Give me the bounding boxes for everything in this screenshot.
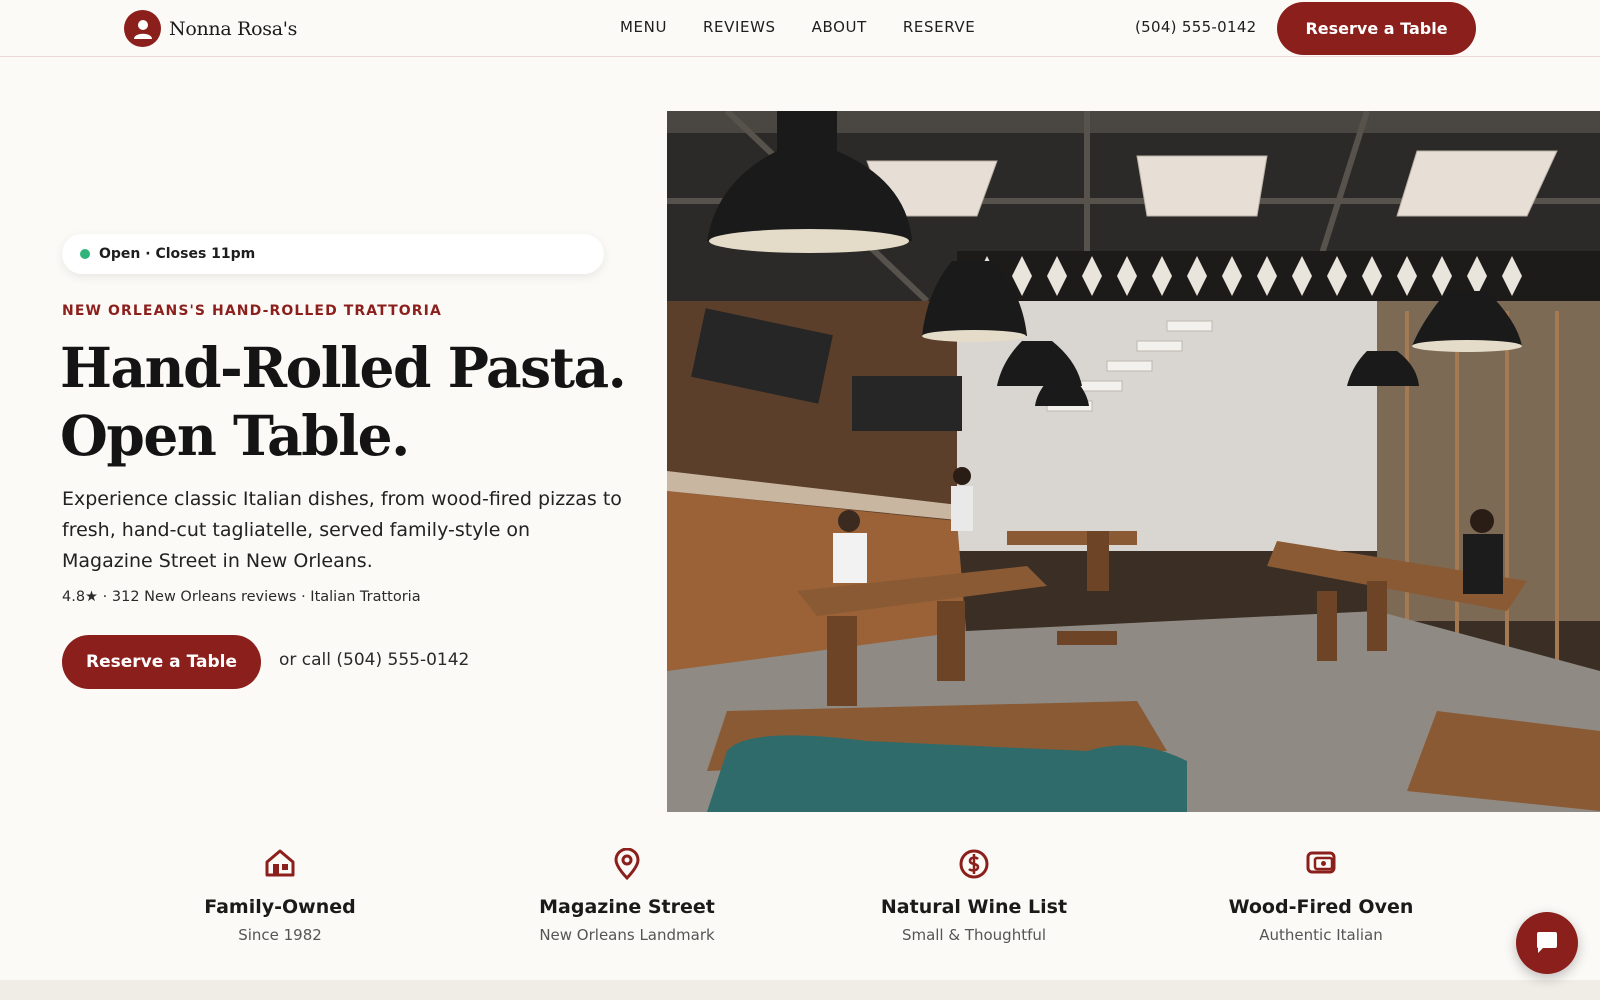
feature-subtitle: New Orleans Landmark	[539, 926, 715, 944]
chat-bubble-icon	[1537, 932, 1557, 953]
hero-headline: Hand-Rolled Pasta. Open Table.	[60, 334, 650, 470]
nav-item-menu[interactable]: MENU	[620, 18, 667, 36]
feature-natural-wine: Natural Wine List Small & Thoughtful	[834, 848, 1114, 944]
nav-phone-link[interactable]: (504) 555-0142	[1135, 18, 1257, 36]
open-status-pill: Open · Closes 11pm	[62, 234, 604, 274]
rating-summary: 4.8★ · 312 New Orleans reviews · Italian…	[62, 589, 421, 605]
open-status-text: Open · Closes 11pm	[99, 246, 256, 262]
nav-reserve-button[interactable]: Reserve a Table	[1277, 2, 1476, 55]
person-icon	[124, 10, 161, 47]
top-nav: Nonna Rosa's MENU REVIEWS ABOUT RESERVE …	[0, 0, 1600, 57]
feature-title: Magazine Street	[539, 896, 715, 918]
feature-subtitle: Since 1982	[238, 926, 322, 944]
feature-title: Wood-Fired Oven	[1228, 896, 1414, 918]
hero-eyebrow: NEW ORLEANS'S HAND-ROLLED TRATTORIA	[62, 303, 442, 319]
feature-family-owned: Family-Owned Since 1982	[140, 848, 420, 944]
next-section-edge	[0, 980, 1600, 1000]
oven-icon	[1181, 848, 1461, 882]
map-pin-icon	[487, 848, 767, 882]
feature-title: Natural Wine List	[880, 896, 1068, 918]
dollar-circle-icon	[834, 848, 1114, 882]
brand-name: Nonna Rosa's	[169, 17, 298, 40]
restaurant-interior-photo	[667, 111, 1600, 812]
status-dot-icon	[80, 249, 90, 259]
feature-subtitle: Authentic Italian	[1259, 926, 1383, 944]
nav-links: MENU REVIEWS ABOUT RESERVE	[620, 18, 975, 36]
feature-wood-fired-oven: Wood-Fired Oven Authentic Italian	[1181, 848, 1461, 944]
nav-item-about[interactable]: ABOUT	[812, 18, 867, 36]
nav-item-reserve[interactable]: RESERVE	[903, 18, 975, 36]
hero-reserve-button[interactable]: Reserve a Table	[62, 635, 261, 689]
feature-subtitle: Small & Thoughtful	[901, 926, 1047, 944]
chat-launcher-button[interactable]	[1516, 912, 1578, 974]
feature-magazine-street: Magazine Street New Orleans Landmark	[487, 848, 767, 944]
headline-line-1: Hand-Rolled Pasta.	[60, 335, 627, 400]
nav-item-reviews[interactable]: REVIEWS	[703, 18, 776, 36]
hero-description: Experience classic Italian dishes, from …	[62, 488, 622, 572]
headline-line-2: Open Table.	[60, 403, 410, 468]
house-icon	[140, 848, 420, 882]
feature-title: Family-Owned	[204, 896, 356, 918]
brand-logo[interactable]: Nonna Rosa's	[124, 10, 297, 47]
hero-call-link[interactable]: or call (504) 555-0142	[279, 650, 469, 670]
